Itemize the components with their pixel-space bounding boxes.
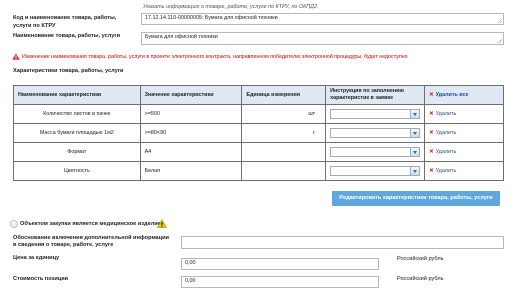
medical-device-checkbox[interactable]	[10, 220, 18, 228]
position-cost-value: 0,00	[185, 278, 196, 284]
row-unit: г	[241, 123, 327, 143]
unit-price-value: 0,00	[185, 260, 196, 266]
chevron-down-icon[interactable]	[410, 129, 420, 137]
row-name: Количество листов в пачке	[13, 104, 141, 124]
unit-price-input[interactable]: 0,00	[181, 258, 379, 270]
table-row: Формат А4 ✕ Удалить	[13, 142, 504, 162]
position-cost-currency: Российский рубль	[397, 276, 444, 282]
instruction-select[interactable]	[330, 147, 421, 157]
close-icon: ✕	[429, 130, 434, 136]
delete-all-button[interactable]: ✕ Удалить все	[424, 85, 504, 105]
col-header-unit: Единица измерения	[241, 85, 327, 105]
characteristics-title: Характеристики товара, работы, услуги	[13, 68, 124, 74]
instruction-select[interactable]	[330, 109, 421, 119]
warning-text: Изменение наименования товара, работы, у…	[22, 54, 408, 60]
row-value: >=80<90	[139, 123, 243, 143]
table-row: Цветность Белая ✕ Удалить	[13, 161, 504, 181]
justification-field[interactable]	[181, 236, 504, 249]
table-row: Масса бумаги площадью 1м2 >=80<90 г ✕ Уда…	[13, 123, 504, 143]
delete-row-button[interactable]: ✕ Удалить	[424, 104, 504, 124]
row-name: Цветность	[13, 161, 141, 181]
name-label: Наименование товара, работы, услуги	[13, 33, 121, 39]
justification-label: Обоснование включения дополнительной инф…	[13, 235, 169, 248]
row-value: >=500	[139, 104, 243, 124]
col-header-value: Значение характеристики	[139, 85, 243, 105]
close-icon: ✕	[429, 111, 434, 117]
chevron-down-icon[interactable]	[410, 110, 420, 118]
resize-grip-icon[interactable]	[497, 18, 502, 23]
position-cost-input[interactable]: 0,00	[181, 276, 379, 288]
chevron-down-icon[interactable]	[410, 167, 420, 175]
medical-device-label: Объектом закупки является медицинское из…	[20, 221, 161, 227]
characteristics-table: Наименование характеристики Значение хар…	[13, 85, 504, 181]
name-field[interactable]: Бумага для офисной техники	[141, 32, 504, 45]
row-instruction	[325, 161, 426, 181]
delete-row-button[interactable]: ✕ Удалить	[424, 161, 504, 181]
row-name: Масса бумаги площадью 1м2	[13, 123, 141, 143]
instruction-select[interactable]	[330, 166, 421, 176]
unit-price-currency: Российский рубль	[397, 256, 444, 262]
close-icon: ✕	[429, 149, 434, 155]
col-header-name: Наименование характеристики	[13, 85, 141, 105]
row-instruction	[325, 104, 426, 124]
ktru-label: Код и наименование товара, работы, услуг…	[13, 15, 117, 29]
ktru-hint: Указать информацию о товаре, работе, усл…	[143, 4, 319, 10]
unit-price-label: Цена за единицу	[13, 255, 60, 261]
row-name: Формат	[13, 142, 141, 162]
row-unit	[241, 142, 327, 162]
delete-all-icon: ✕	[429, 92, 434, 98]
row-unit: шт	[241, 104, 327, 124]
edit-characteristics-button[interactable]: Редактировать характеристики товара, раб…	[332, 191, 500, 206]
ktru-value: 17.12.14.110-00000005: Бумага для офисно…	[145, 15, 278, 21]
ktru-field[interactable]: 17.12.14.110-00000005: Бумага для офисно…	[141, 13, 504, 25]
position-cost-label: Стоимость позиции	[13, 276, 69, 282]
warning-triangle-icon	[12, 53, 20, 60]
delete-row-button[interactable]: ✕ Удалить	[424, 142, 504, 162]
row-instruction	[325, 142, 426, 162]
delete-row-button[interactable]: ✕ Удалить	[424, 123, 504, 143]
row-value: А4	[139, 142, 243, 162]
warning-icon	[157, 219, 167, 228]
name-value: Бумага для офисной техники	[145, 34, 218, 40]
table-header-row: Наименование характеристики Значение хар…	[13, 85, 504, 105]
col-header-instruction: Инструкция по заполнению характеристик в…	[325, 85, 426, 105]
row-unit	[241, 161, 327, 181]
row-instruction	[325, 123, 426, 143]
chevron-down-icon[interactable]	[410, 148, 420, 156]
table-row: Количество листов в пачке >=500 шт ✕ Удал…	[13, 104, 504, 124]
instruction-select[interactable]	[330, 128, 421, 138]
resize-grip-icon[interactable]	[497, 38, 502, 43]
row-value: Белая	[139, 161, 243, 181]
close-icon: ✕	[429, 168, 434, 174]
